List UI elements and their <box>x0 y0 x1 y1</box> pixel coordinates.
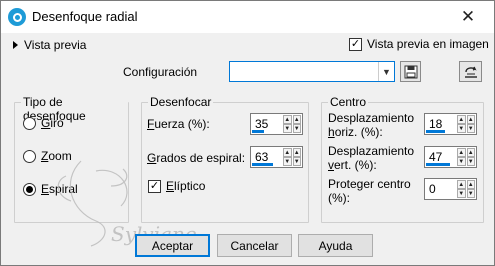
radio-espiral[interactable]: Espiral <box>23 182 78 196</box>
decrement-icon[interactable]: ▼ <box>457 189 466 198</box>
floppy-disk-icon <box>404 65 417 78</box>
strength-spinner[interactable]: 35 ▲ ▼ ▲ ▼ <box>250 113 303 135</box>
fine-increment-icon[interactable]: ▲ <box>466 180 475 189</box>
config-dropdown[interactable]: ▼ <box>229 61 395 82</box>
increment-icon[interactable]: ▲ <box>457 180 466 189</box>
radio-zoom[interactable]: Zoom <box>23 149 72 163</box>
reset-button[interactable] <box>459 61 482 82</box>
decrement-icon[interactable]: ▼ <box>283 157 292 166</box>
spiral-degrees-spinner[interactable]: 63 ▲ ▼ ▲ ▼ <box>250 146 303 168</box>
vert-offset-slider-fill[interactable] <box>426 163 450 166</box>
help-button[interactable]: Ayuda <box>298 234 373 257</box>
close-icon: ✕ <box>460 7 476 26</box>
preview-on-image-label: Vista previa en imagen <box>367 37 489 51</box>
decrement-icon[interactable]: ▼ <box>457 157 466 166</box>
checkmark-icon: ✓ <box>349 37 362 51</box>
spiral-degrees-value: 63 <box>255 150 269 164</box>
elliptic-label: líptico <box>174 179 206 193</box>
blur-type-group: Tipo de desenfoque Giro Zoom Espiral <box>14 95 129 223</box>
increment-icon[interactable]: ▲ <box>457 115 466 124</box>
strength-slider-fill[interactable] <box>252 130 264 133</box>
radial-blur-dialog: Desenfoque radial ✕ Vista previa ✓ Vista… <box>0 0 495 266</box>
fine-decrement-icon[interactable]: ▼ <box>466 124 475 133</box>
accept-label: Aceptar <box>151 238 194 253</box>
expand-triangle-icon <box>13 41 18 49</box>
spiral-degrees-label: Grados de espiral: <box>147 151 246 165</box>
config-label: Configuración <box>123 65 198 79</box>
radio-circle-icon <box>23 149 36 163</box>
fine-increment-icon[interactable]: ▲ <box>466 115 475 124</box>
vert-offset-spinner[interactable]: 47 ▲ ▼ ▲ ▼ <box>424 146 477 168</box>
increment-icon[interactable]: ▲ <box>283 148 292 157</box>
center-group: Centro Desplazamiento horiz. (%): 18 ▲ ▼ … <box>321 95 484 223</box>
help-label: Ayuda <box>318 238 353 253</box>
save-preset-button[interactable] <box>400 61 421 82</box>
spiral-degrees-slider-fill[interactable] <box>252 163 273 166</box>
app-icon <box>8 8 26 26</box>
blur-title: Desenfocar <box>148 95 214 109</box>
blur-group: Desenfocar Fuerza (%): 35 ▲ ▼ ▲ ▼ Grados d… <box>141 95 309 223</box>
fine-decrement-icon[interactable]: ▼ <box>292 124 301 133</box>
elliptic-checkbox[interactable]: ✓ Elíptico <box>148 179 205 193</box>
preview-toggle-label: Vista previa <box>24 38 87 52</box>
preview-on-image-checkbox[interactable]: ✓ Vista previa en imagen <box>349 37 489 51</box>
horiz-offset-spinner[interactable]: 18 ▲ ▼ ▲ ▼ <box>424 113 477 135</box>
horiz-offset-slider-fill[interactable] <box>426 130 445 133</box>
vert-offset-label: Desplazamiento vert. (%): <box>328 144 415 172</box>
accept-button[interactable]: Aceptar <box>135 234 210 257</box>
radio-giro-accel: G <box>41 116 51 130</box>
cancel-button[interactable]: Cancelar <box>217 234 292 257</box>
preview-toggle[interactable]: Vista previa <box>13 38 86 52</box>
increment-icon[interactable]: ▲ <box>457 148 466 157</box>
radio-espiral-accel: E <box>41 182 50 196</box>
radio-giro[interactable]: Giro <box>23 116 64 130</box>
protect-center-label: Proteger centro (%): <box>328 177 411 205</box>
close-button[interactable]: ✕ <box>446 3 490 31</box>
increment-icon[interactable]: ▲ <box>283 115 292 124</box>
strength-label: Fuerza (%): <box>147 117 210 131</box>
vert-offset-value: 47 <box>429 150 443 164</box>
horiz-offset-label: Desplazamiento horiz. (%): <box>328 111 415 139</box>
protect-center-spinner[interactable]: 0 ▲ ▼ ▲ ▼ <box>424 178 477 200</box>
fine-decrement-icon[interactable]: ▼ <box>466 157 475 166</box>
protect-center-value: 0 <box>429 182 436 196</box>
title-bar: Desenfoque radial ✕ <box>1 1 494 33</box>
radio-espiral-label: spiral <box>49 182 78 196</box>
fine-decrement-icon[interactable]: ▼ <box>292 157 301 166</box>
fine-increment-icon[interactable]: ▲ <box>292 148 301 157</box>
strength-value: 35 <box>255 117 269 131</box>
chevron-down-icon[interactable]: ▼ <box>378 62 394 81</box>
radio-zoom-label: oom <box>48 149 72 163</box>
horiz-offset-value: 18 <box>429 117 443 131</box>
fine-increment-icon[interactable]: ▲ <box>292 115 301 124</box>
fine-increment-icon[interactable]: ▲ <box>466 148 475 157</box>
checkmark-icon: ✓ <box>148 179 161 193</box>
decrement-icon[interactable]: ▼ <box>283 124 292 133</box>
center-title: Centro <box>328 95 369 109</box>
window-title: Desenfoque radial <box>32 9 138 24</box>
radio-selected-icon <box>23 182 36 196</box>
reset-icon <box>464 66 477 78</box>
radio-giro-label: iro <box>50 116 64 130</box>
fine-decrement-icon[interactable]: ▼ <box>466 189 475 198</box>
cancel-label: Cancelar <box>230 238 279 253</box>
radio-circle-icon <box>23 116 36 130</box>
decrement-icon[interactable]: ▼ <box>457 124 466 133</box>
